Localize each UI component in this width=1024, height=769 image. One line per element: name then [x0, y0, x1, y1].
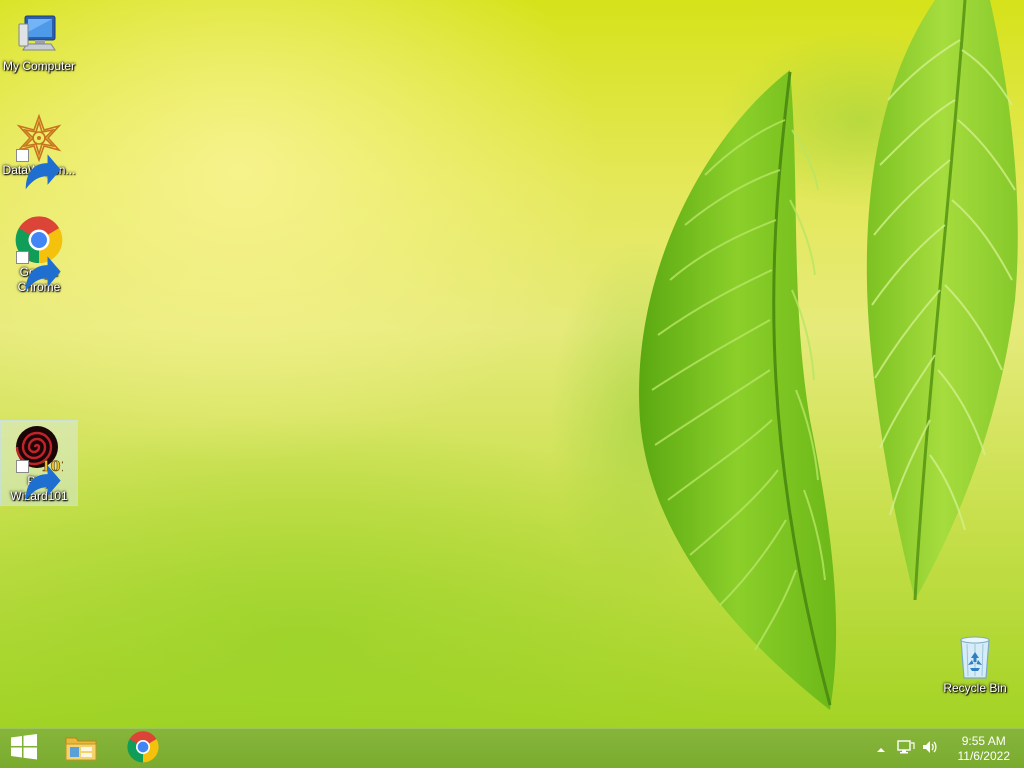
shortcut-arrow-icon	[16, 460, 61, 501]
shortcut-arrow-icon	[16, 149, 61, 190]
desktop-icon-label: My Computer	[2, 59, 76, 73]
show-hidden-icons-button[interactable]	[874, 739, 888, 759]
chrome-icon	[127, 731, 159, 767]
desktop-icon-recycle-bin[interactable]: Recycle Bin	[937, 628, 1013, 696]
clock-time: 9:55 AM	[961, 734, 1006, 748]
shortcut-arrow-icon	[16, 251, 61, 292]
network-icon	[897, 739, 915, 759]
windows-logo-icon	[10, 733, 38, 765]
file-explorer-icon	[64, 732, 98, 766]
chrome-icon	[15, 216, 63, 292]
recycle-bin-icon	[951, 632, 999, 680]
taskbar-clock[interactable]: 9:55 AM 11/6/2022	[958, 734, 1011, 764]
datawagon-icon	[15, 114, 63, 190]
computer-icon	[15, 10, 63, 58]
taskbar: 9:55 AM 11/6/2022	[0, 728, 1024, 768]
desktop-icon-label: Recycle Bin	[943, 681, 1007, 695]
wallpaper-leaves	[550, 0, 1018, 710]
taskbar-chrome-button[interactable]	[118, 729, 168, 769]
start-button[interactable]	[0, 729, 48, 769]
network-button[interactable]	[896, 739, 916, 759]
volume-button[interactable]	[920, 739, 940, 759]
taskbar-file-explorer-button[interactable]	[56, 729, 106, 769]
volume-icon	[921, 739, 939, 759]
desktop-icon-play-wizard101[interactable]: 101 Play Wizard101	[0, 420, 78, 506]
show-hidden-icons-icon	[876, 740, 886, 759]
desktop-icon-my-computer[interactable]: My Computer	[1, 6, 77, 74]
clock-date: 11/6/2022	[957, 749, 1011, 763]
desktop-icon-datawagon[interactable]: DataWagon...	[1, 110, 77, 190]
desktop-icon-google-chrome[interactable]: Google Chrome	[1, 212, 77, 295]
desktop[interactable]: My Computer DataWagon...	[0, 0, 1024, 728]
wizard101-icon: 101	[15, 425, 63, 501]
